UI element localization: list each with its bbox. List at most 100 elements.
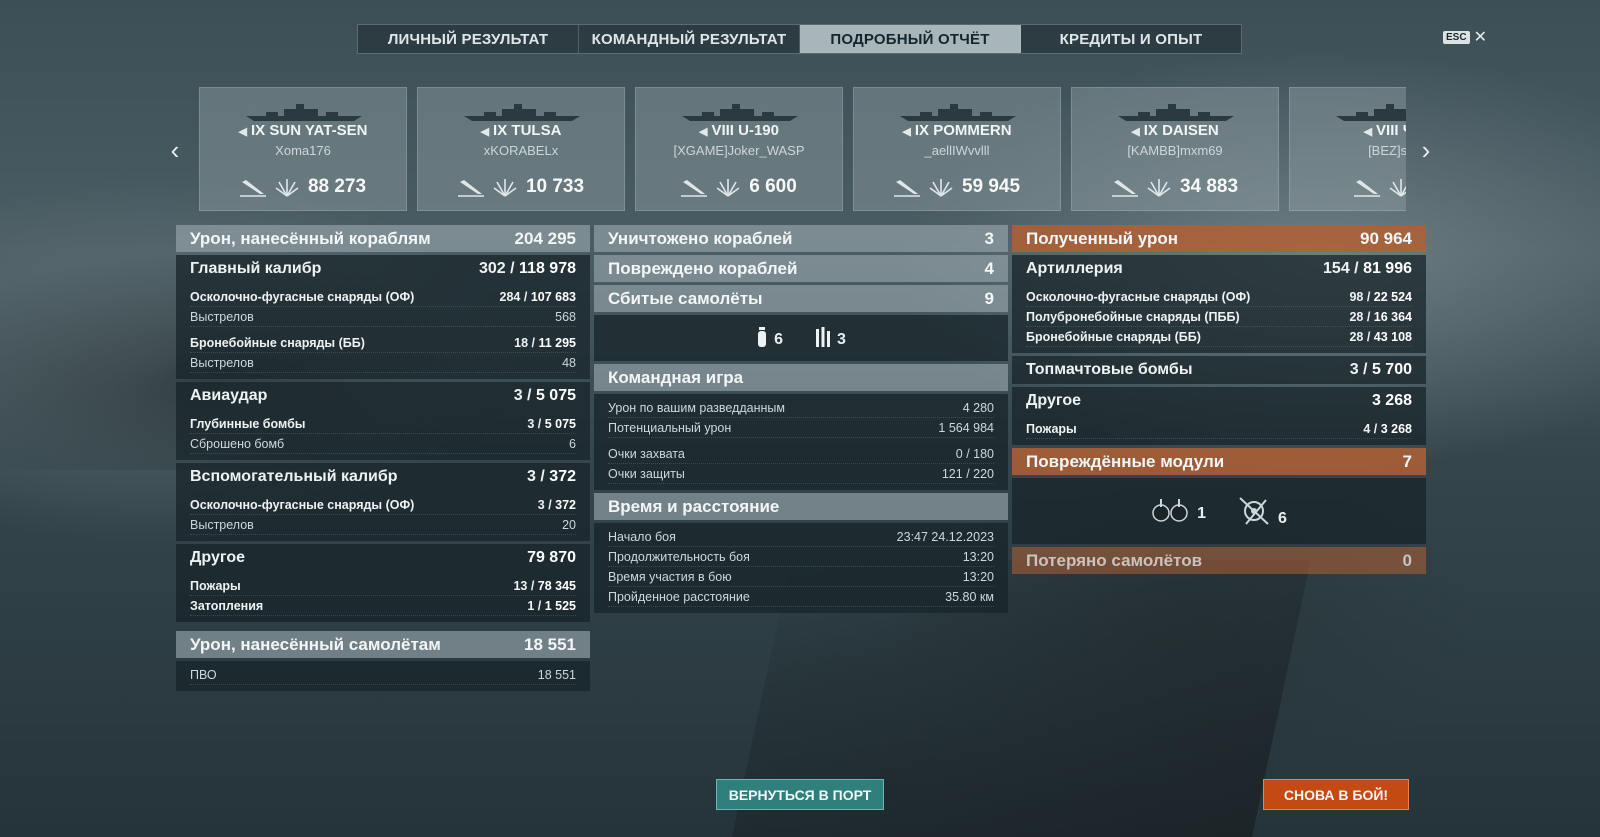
received-he-row: Осколочно-фугасные снаряды (ОФ) 98 / 22 5… [1026, 287, 1412, 307]
capture-points-row: Очки захвата 0 / 180 [608, 444, 994, 464]
ship-name: ◀ IX DAISEN [1131, 122, 1219, 139]
tab-team-result[interactable]: КОМАНДНЫЙ РЕЗУЛЬТАТ [579, 25, 800, 53]
damaged-modules-row: 1 6 [1012, 478, 1426, 544]
ap-row: Бронебойные снаряды (ББ) 18 / 11 295 [190, 333, 576, 353]
results-screen: ЛИЧНЫЙ РЕЗУЛЬТАТ КОМАНДНЫЙ РЕЗУЛЬТАТ ПОД… [0, 0, 1600, 837]
main-battery-label: Главный калибр [190, 260, 322, 277]
secondary-block: Осколочно-фугасные снаряды (ОФ) 3 / 372 В… [176, 491, 590, 541]
time-distance-block: Начало боя 23:47 24.12.2023 Продолжительн… [594, 523, 1008, 613]
close-button[interactable]: ESC ✕ [1443, 27, 1487, 47]
battle-again-button[interactable]: СНОВА В БОЙ! [1263, 779, 1409, 810]
ship-class-icon: ◀ [1131, 126, 1140, 138]
ship-damage-stat: 88 273 [307, 176, 367, 197]
plane-types-row: 6 3 [594, 315, 1008, 361]
battle-start-row: Начало боя 23:47 24.12.2023 [608, 527, 994, 547]
received-other-row: Другое 3 268 [1012, 387, 1426, 415]
main-battery-value: 302 / 118 978 [479, 260, 576, 277]
ship-card[interactable]: ◀VIII ЧК [BEZ]sta 9 [1289, 87, 1406, 211]
player-name: [XGAME]Joker_WASP [673, 143, 805, 158]
damage-splash-icon [1389, 179, 1406, 197]
artillery-block: Осколочно-фугасные снаряды (ОФ) 98 / 22 5… [1012, 283, 1426, 353]
lost-planes-header: Потеряно самолётов 0 [1012, 547, 1426, 574]
ship-stats: 10 733 [418, 176, 624, 198]
ap-shots-row: Выстрелов 48 [190, 353, 576, 373]
return-to-port-button[interactable]: ВЕРНУТЬСЯ В ПОРТ [716, 779, 884, 810]
ship-name: ◀ IX TULSA [480, 122, 562, 139]
sinking-ship-icon [1353, 180, 1380, 197]
distance-row: Пройденное расстояние 35.80 км [608, 587, 994, 607]
received-sap-row: Полубронебойные снаряды (ПББ) 28 / 16 364 [1026, 307, 1412, 327]
tab-detailed-report[interactable]: ПОДРОБНЫЙ ОТЧЁТ [800, 25, 1021, 53]
damage-splash-icon [929, 179, 953, 197]
defense-points-row: Очки защиты 121 / 220 [608, 464, 994, 484]
ship-card[interactable]: ◀ VIII U-190 [XGAME]Joker_WASP 6 600 [635, 87, 843, 211]
ship-class-icon: ◀ [480, 126, 490, 138]
tab-credits-xp[interactable]: КРЕДИТЫ И ОПЫТ [1021, 25, 1241, 53]
damage-splash-icon [716, 179, 740, 197]
ship-stats: 59 945 [854, 176, 1060, 198]
sinking-ship-icon [1111, 180, 1138, 197]
ship-silhouette-icon [1118, 104, 1234, 121]
ship-card[interactable]: ◀ IX POMMERN _aellIWvvlll 59 945 [853, 87, 1061, 211]
sinking-ship-icon [681, 180, 708, 197]
turret-stat: 1 [1151, 499, 1206, 523]
spotting-damage-row: Урон по вашим разведданным 4 280 [608, 398, 994, 418]
ship-carousel: ◀ IX SUN YAT-SEN Xoma176 88 273 ◀ IX TULSA xKO… [199, 87, 1406, 211]
secondary-battery-row: Вспомогательный калибр 3 / 372 [176, 463, 590, 491]
engine-icon [1239, 497, 1269, 525]
aa-block: ПВО 18 551 [176, 661, 590, 691]
player-name: xKORABELx [483, 143, 559, 158]
ship-card[interactable]: ◀ IX TULSA xKORABELx 10 733 [417, 87, 625, 211]
ship-silhouette-icon [682, 104, 798, 121]
damage-splash-icon [493, 179, 517, 197]
ship-stats: 88 273 [200, 176, 406, 198]
he-shots-row: Выстрелов 568 [190, 307, 576, 327]
he-row: Осколочно-фугасные снаряды (ОФ) 284 / 107… [190, 287, 576, 307]
ship-damage-value: 204 295 [514, 228, 576, 248]
aa-row: ПВО 18 551 [190, 665, 576, 685]
ship-damage-stat: 6 600 [749, 176, 797, 197]
damage-received-column: Полученный урон 90 964 Артиллерия 154 / 8… [1012, 225, 1426, 577]
ship-stats: 9 [1290, 176, 1406, 198]
secondary-he-row: Осколочно-фугасные снаряды (ОФ) 3 / 372 [190, 495, 576, 515]
player-name: [KAMBB]mxm69 [1127, 143, 1223, 158]
received-ap-row: Бронебойные снаряды (ББ) 28 / 43 108 [1026, 327, 1412, 347]
received-other-block: Пожары 4 / 3 268 [1012, 415, 1426, 445]
time-distance-header: Время и расстояние [594, 493, 1008, 520]
ships-destroyed-header: Уничтожено кораблей 3 [594, 225, 1008, 252]
plane-damage-header: Урон, нанесённый самолётам 18 551 [176, 631, 590, 658]
close-icon: ✕ [1473, 29, 1487, 46]
tab-personal-result[interactable]: ЛИЧНЫЙ РЕЗУЛЬТАТ [358, 25, 579, 53]
carousel-next-button[interactable]: › [1414, 135, 1438, 165]
ship-damage-stat: 59 945 [961, 176, 1021, 197]
ship-name: ◀VIII ЧК [1363, 122, 1406, 139]
ship-class-icon: ◀ [698, 126, 708, 138]
received-fires-row: Пожары 4 / 3 268 [1026, 419, 1412, 439]
battle-duration-row: Продолжительность боя 13:20 [608, 547, 994, 567]
sinking-ship-icon [457, 180, 484, 197]
planes-shot-down-header: Сбитые самолёты 9 [594, 285, 1008, 312]
ships-damaged-header: Повреждено кораблей 4 [594, 255, 1008, 282]
ship-silhouette-icon [1336, 104, 1406, 121]
ship-class-icon: ◀ [902, 126, 911, 138]
player-name: [BEZ]sta [1368, 143, 1406, 158]
main-battery-block: Осколочно-фугасные снаряды (ОФ) 284 / 107… [176, 283, 590, 379]
damage-splash-icon [275, 179, 299, 197]
sinking-ship-icon [893, 180, 920, 197]
main-battery-row: Главный калибр 302 / 118 978 [176, 255, 590, 283]
ship-class-icon: ◀ [1363, 126, 1373, 138]
carousel-prev-button[interactable]: ‹ [163, 135, 187, 165]
ship-card[interactable]: ◀ IX DAISEN [KAMBB]mxm69 34 883 [1071, 87, 1279, 211]
ship-name: ◀ IX SUN YAT-SEN [238, 122, 368, 139]
bomber-icon [758, 327, 767, 347]
fires-row: Пожары 13 / 78 345 [190, 576, 576, 596]
damage-splash-icon [1147, 179, 1171, 197]
ship-card[interactable]: ◀ IX SUN YAT-SEN Xoma176 88 273 [199, 87, 407, 211]
engine-stat: 6 [1236, 494, 1287, 528]
damaged-modules-header: Повреждённые модули 7 [1012, 448, 1426, 475]
ship-stats: 6 600 [636, 176, 842, 198]
damage-dealt-column: Урон, нанесённый кораблям 204 295 Главны… [176, 225, 590, 694]
esc-key-badge: ESC [1443, 30, 1470, 44]
sinking-ship-icon [239, 180, 266, 197]
squadron-stat: 3 [815, 327, 846, 349]
